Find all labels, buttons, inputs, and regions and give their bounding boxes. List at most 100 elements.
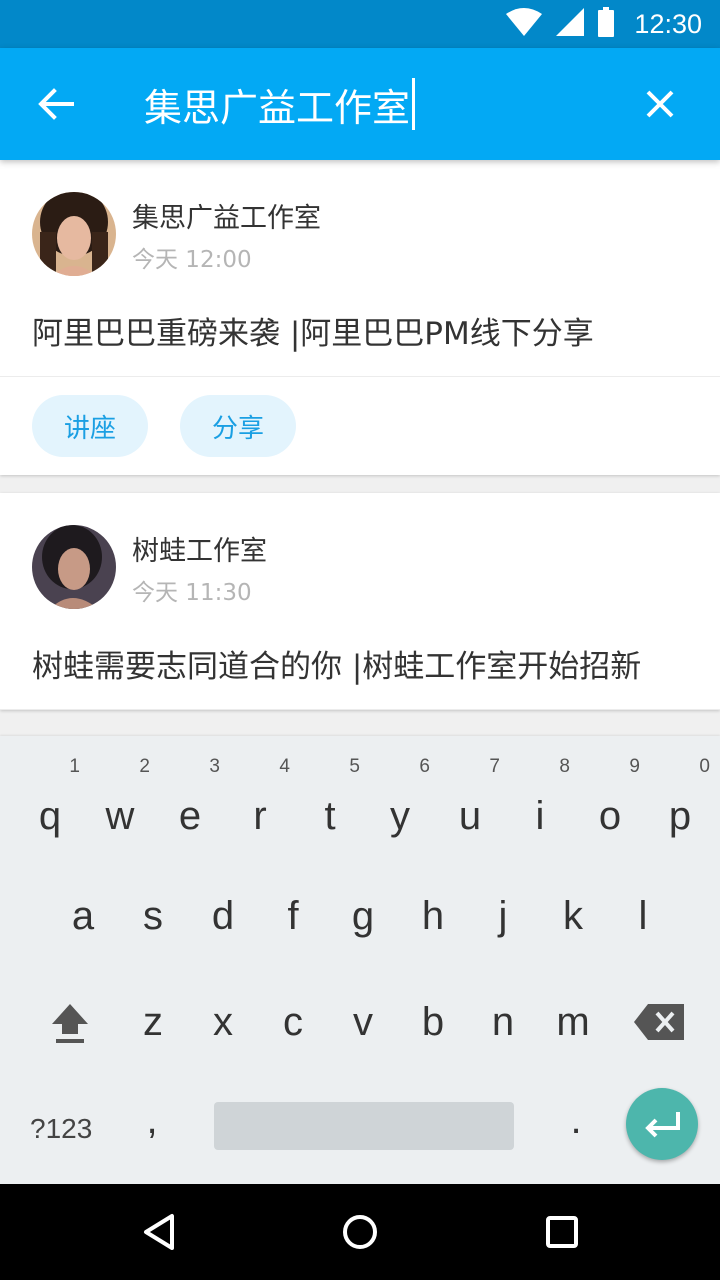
key-enter[interactable]: [626, 1088, 698, 1160]
key-o[interactable]: o9: [580, 756, 640, 839]
key-label: o: [598, 794, 622, 838]
key-number-hint: 7: [489, 756, 500, 777]
key-j[interactable]: j: [473, 894, 533, 939]
key-w[interactable]: w2: [90, 756, 150, 839]
nav-recents-button[interactable]: [538, 1208, 586, 1256]
status-icons: 12:30: [506, 7, 702, 41]
key-label: d: [211, 894, 235, 938]
circle-home-icon: [343, 1215, 377, 1249]
battery-icon: [598, 7, 615, 41]
key-comma[interactable]: ,: [122, 1098, 182, 1143]
key-l[interactable]: l: [613, 894, 673, 939]
tag-chip[interactable]: 讲座: [32, 395, 148, 457]
key-label: a: [71, 894, 95, 938]
key-label: l: [638, 894, 648, 938]
shift-icon: [52, 1004, 88, 1043]
key-number-hint: 1: [69, 756, 80, 777]
key-label: m: [556, 1000, 590, 1044]
key-c[interactable]: c: [263, 1000, 323, 1045]
key-period[interactable]: .: [546, 1098, 606, 1143]
triangle-back-icon: [144, 1214, 174, 1250]
key-space[interactable]: [214, 1102, 514, 1150]
key-symbols[interactable]: ?123: [30, 1113, 92, 1145]
avatar[interactable]: [32, 192, 116, 276]
key-label: j: [498, 894, 508, 938]
key-label: t: [324, 794, 336, 838]
post-title: 树蛙需要志同道合的你 |树蛙工作室开始招新: [32, 649, 642, 685]
post-time: 今天 12:00: [132, 247, 252, 273]
key-number-hint: 2: [139, 756, 150, 777]
status-time: 12:30: [634, 8, 702, 39]
key-label: w: [105, 794, 135, 838]
close-icon: [646, 90, 674, 118]
key-label: q: [38, 794, 62, 838]
key-i[interactable]: i8: [510, 756, 570, 839]
key-label: i: [535, 794, 545, 838]
key-z[interactable]: z: [123, 1000, 183, 1045]
back-button[interactable]: [32, 80, 80, 128]
key-v[interactable]: v: [333, 1000, 393, 1045]
key-label: k: [563, 894, 583, 938]
key-label: s: [143, 894, 163, 938]
key-f[interactable]: f: [263, 894, 323, 939]
post-title: 阿里巴巴重磅来袭 |阿里巴巴PM线下分享: [32, 316, 594, 352]
key-k[interactable]: k: [543, 894, 603, 939]
key-label: e: [178, 794, 202, 838]
key-label: c: [283, 1000, 303, 1044]
key-p[interactable]: p0: [650, 756, 710, 839]
nav-home-button[interactable]: [336, 1208, 384, 1256]
author-name: 树蛙工作室: [132, 536, 267, 567]
key-b[interactable]: b: [403, 1000, 463, 1045]
key-x[interactable]: x: [193, 1000, 253, 1045]
text-cursor: [412, 78, 416, 130]
key-label: p: [668, 794, 692, 838]
key-label: n: [491, 1000, 515, 1044]
key-label: x: [213, 1000, 233, 1044]
key-h[interactable]: h: [403, 894, 463, 939]
arrow-back-icon: [38, 88, 74, 120]
signal-icon: [556, 8, 585, 40]
key-s[interactable]: s: [123, 894, 183, 939]
author-name: 集思广益工作室: [132, 203, 321, 234]
key-n[interactable]: n: [473, 1000, 533, 1045]
tag-row: 讲座 分享: [0, 377, 720, 475]
tag-chip[interactable]: 分享: [180, 395, 296, 457]
key-label: g: [351, 894, 375, 938]
key-t[interactable]: t5: [300, 756, 360, 839]
backspace-icon: [634, 1004, 684, 1040]
post-card[interactable]: 树蛙工作室 今天 11:30 树蛙需要志同道合的你 |树蛙工作室开始招新: [0, 493, 720, 710]
key-label: y: [390, 794, 410, 838]
key-number-hint: 8: [559, 756, 570, 777]
avatar[interactable]: [32, 525, 116, 609]
clear-search-button[interactable]: [636, 80, 684, 128]
key-shift[interactable]: [40, 1002, 100, 1056]
nav-back-button[interactable]: [136, 1208, 184, 1256]
key-g[interactable]: g: [333, 894, 393, 939]
key-r[interactable]: r4: [230, 756, 290, 839]
key-label: b: [421, 1000, 445, 1044]
key-number-hint: 0: [699, 756, 710, 777]
key-number-hint: 9: [629, 756, 640, 777]
key-label: u: [458, 794, 482, 838]
key-backspace[interactable]: [632, 1002, 688, 1052]
key-q[interactable]: q1: [20, 756, 80, 839]
key-number-hint: 3: [209, 756, 220, 777]
key-number-hint: 4: [279, 756, 290, 777]
key-m[interactable]: m: [543, 1000, 603, 1045]
key-y[interactable]: y6: [370, 756, 430, 839]
key-d[interactable]: d: [193, 894, 253, 939]
search-field[interactable]: 集思广益工作室: [144, 76, 416, 132]
key-label: v: [353, 1000, 373, 1044]
key-label: z: [143, 1000, 163, 1044]
status-bar: 12:30: [0, 0, 720, 48]
result-list: 集思广益工作室 今天 12:00 阿里巴巴重磅来袭 |阿里巴巴PM线下分享 讲座…: [0, 160, 720, 710]
key-number-hint: 6: [419, 756, 430, 777]
divider: [0, 709, 720, 710]
post-card[interactable]: 集思广益工作室 今天 12:00 阿里巴巴重磅来袭 |阿里巴巴PM线下分享 讲座…: [0, 160, 720, 475]
post-time: 今天 11:30: [132, 580, 252, 606]
wifi-icon: [506, 8, 543, 40]
key-u[interactable]: u7: [440, 756, 500, 839]
key-e[interactable]: e3: [160, 756, 220, 839]
search-input[interactable]: 集思广益工作室: [144, 77, 410, 132]
key-a[interactable]: a: [53, 894, 113, 939]
